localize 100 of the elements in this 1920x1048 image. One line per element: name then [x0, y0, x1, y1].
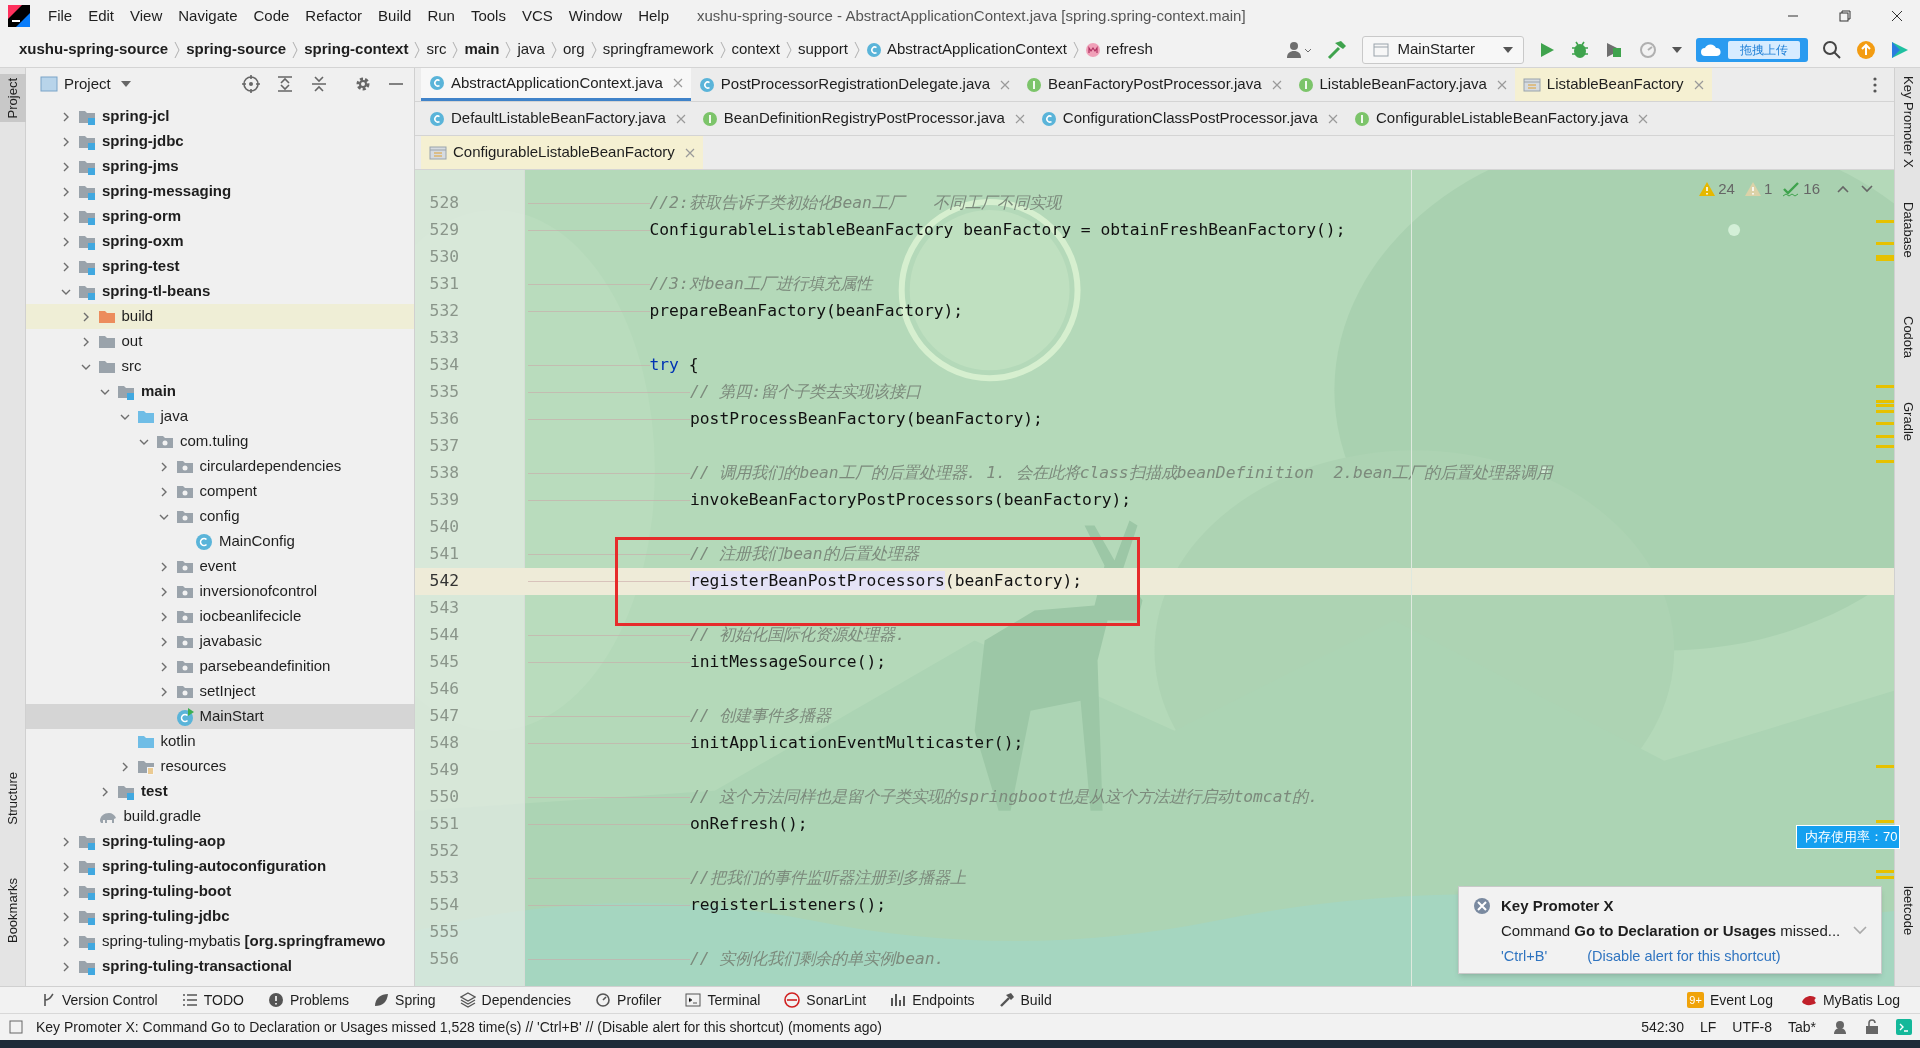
run-icon[interactable] [1538, 40, 1556, 59]
bug-icon[interactable] [1570, 39, 1590, 60]
tree-item[interactable]: out [26, 329, 414, 354]
menu-item[interactable]: Edit [80, 4, 123, 28]
tree-item[interactable]: circulardependencies [26, 454, 414, 479]
editor-tab[interactable]: DefaultListableBeanFactory.java [421, 102, 694, 135]
inspector-icon[interactable] [1832, 1019, 1848, 1035]
editor-tab[interactable]: AbstractApplicationContext.java [421, 68, 691, 101]
breadcrumb-item[interactable]: refresh [1080, 38, 1158, 61]
close-icon[interactable] [1890, 9, 1904, 23]
previous-icon[interactable] [1836, 184, 1850, 195]
tree-item[interactable]: build.gradle [26, 804, 414, 829]
tool-window-button[interactable]: Build [998, 989, 1052, 1011]
tool-window-button[interactable]: MyBatis Log [1800, 989, 1900, 1011]
shortcut-link[interactable]: 'Ctrl+B' [1501, 946, 1548, 968]
tree-item[interactable]: setInject [26, 679, 414, 704]
tool-window-tab[interactable]: Bookmarks [0, 874, 26, 948]
tool-window-tab[interactable]: Key Promoter X [1895, 72, 1920, 172]
tree-item[interactable]: test [26, 779, 414, 804]
tree-item[interactable]: event [26, 554, 414, 579]
lock-icon[interactable] [1864, 1019, 1880, 1035]
tree-item[interactable]: spring-jdbc [26, 129, 414, 154]
tree-item[interactable]: MainStart [26, 704, 414, 729]
locate-icon[interactable] [242, 75, 260, 93]
tool-window-button[interactable]: TODO [181, 989, 244, 1011]
menu-item[interactable]: Navigate [170, 4, 246, 28]
editor-tab[interactable]: ConfigurableListableBeanFactory.java [1345, 102, 1657, 135]
breadcrumb-item[interactable]: spring-context [299, 38, 414, 61]
tree-item[interactable]: spring-tl-beans [26, 279, 414, 304]
tree-item[interactable]: com.tuling [26, 429, 414, 454]
editor-tab[interactable]: BeanDefinitionRegistryPostProcessor.java [693, 102, 1033, 135]
tool-window-tab[interactable]: Gradle [1895, 398, 1920, 446]
editor-tab[interactable]: PostProcessorRegistrationDelegate.java [690, 68, 1019, 101]
tree-item[interactable]: inversionofcontrol [26, 579, 414, 604]
caret-icon[interactable] [1672, 45, 1682, 54]
menu-item[interactable]: Build [370, 4, 420, 28]
tool-window-tab[interactable]: Project [0, 74, 26, 123]
breadcrumb-item[interactable]: context [726, 38, 785, 61]
tree-item[interactable]: spring-jms [26, 154, 414, 179]
editor-tab[interactable]: ConfigurableListableBeanFactory [421, 136, 703, 169]
tree-item[interactable]: config [26, 504, 414, 529]
settings-icon[interactable] [354, 75, 372, 93]
tree-item[interactable]: parsebeandefinition [26, 654, 414, 679]
tree-item[interactable]: spring-tuling-mybatis [org.springframewo [26, 929, 414, 954]
menu-item[interactable]: File [40, 4, 81, 28]
indent-setting[interactable]: Tab* [1787, 1016, 1816, 1038]
tool-window-button[interactable]: Problems [267, 989, 350, 1011]
breadcrumb-item[interactable]: xushu-spring-source [14, 38, 174, 61]
editor-tab[interactable]: ListableBeanFactory [1514, 68, 1712, 101]
panel-toggle-icon[interactable] [8, 1019, 24, 1035]
tool-window-button[interactable]: 9+ Event Log [1687, 989, 1773, 1011]
tree-item[interactable]: spring-jcl [26, 104, 414, 129]
tree-item[interactable]: main [26, 379, 414, 404]
project-view-dropdown[interactable]: Project [64, 72, 131, 96]
tree-item[interactable]: resources [26, 754, 414, 779]
next-icon[interactable] [1860, 184, 1874, 195]
user-icon[interactable] [1286, 40, 1313, 59]
menu-item[interactable]: Code [245, 4, 298, 28]
tree-item[interactable]: spring-tuling-jdbc [26, 904, 414, 929]
breadcrumb-item[interactable]: support [792, 38, 853, 61]
tool-window-button[interactable]: Spring [373, 989, 436, 1011]
tree-item[interactable]: src [26, 354, 414, 379]
menu-item[interactable]: Help [630, 4, 678, 28]
breadcrumb-item[interactable]: main [459, 38, 505, 61]
tree-item[interactable]: MainConfig [26, 529, 414, 554]
tree-item[interactable]: java [26, 404, 414, 429]
menu-item[interactable]: Refactor [297, 4, 371, 28]
tool-window-button[interactable]: Endpoints [890, 989, 975, 1011]
search-icon[interactable] [1822, 39, 1842, 60]
tree-item[interactable]: javabasic [26, 629, 414, 654]
plugin-logo-icon[interactable] [1890, 39, 1910, 60]
editor-tab[interactable]: ListableBeanFactory.java [1289, 68, 1515, 101]
menu-item[interactable]: Run [419, 4, 463, 28]
editor-tab[interactable]: ConfigurationClassPostProcessor.java [1032, 102, 1346, 135]
run-configuration-dropdown[interactable]: MainStarter [1362, 35, 1524, 64]
breadcrumb-item[interactable]: springframework [597, 38, 719, 61]
line-separator[interactable]: LF [1699, 1016, 1717, 1038]
disable-alert-link[interactable]: (Disable alert for this shortcut) [1587, 946, 1781, 968]
tool-window-tab[interactable]: Database [1895, 198, 1920, 262]
breadcrumb-item[interactable]: AbstractApplicationContext [860, 38, 1073, 61]
tree-item[interactable]: kotlin [26, 729, 414, 754]
tree-item[interactable]: spring-oxm [26, 229, 414, 254]
terminal-app-icon[interactable] [1896, 1019, 1912, 1035]
breadcrumb-item[interactable]: org [557, 38, 590, 61]
tree-item[interactable]: build [26, 304, 414, 329]
tree-item[interactable]: spring-messaging [26, 179, 414, 204]
breadcrumb-item[interactable]: spring-source [181, 38, 292, 61]
tree-item[interactable]: spring-tuling-transactional [26, 954, 414, 979]
tool-window-button[interactable]: SonarLint [784, 989, 867, 1011]
inspection-widget[interactable]: 24 1 16 [1699, 178, 1874, 201]
upload-button[interactable]: 拖拽上传 [1696, 37, 1808, 62]
tree-item[interactable]: spring-test [26, 254, 414, 279]
tool-window-tab[interactable]: leetcode [1895, 882, 1920, 940]
tree-item[interactable]: iocbeanlifecicle [26, 604, 414, 629]
hammer-icon[interactable] [1326, 38, 1349, 61]
menu-item[interactable]: View [122, 4, 171, 28]
menu-item[interactable]: Window [560, 4, 631, 28]
tool-window-tab[interactable]: Structure [0, 768, 26, 829]
tool-window-button[interactable]: Profiler [595, 989, 662, 1011]
tool-window-button[interactable]: Terminal [685, 989, 761, 1011]
